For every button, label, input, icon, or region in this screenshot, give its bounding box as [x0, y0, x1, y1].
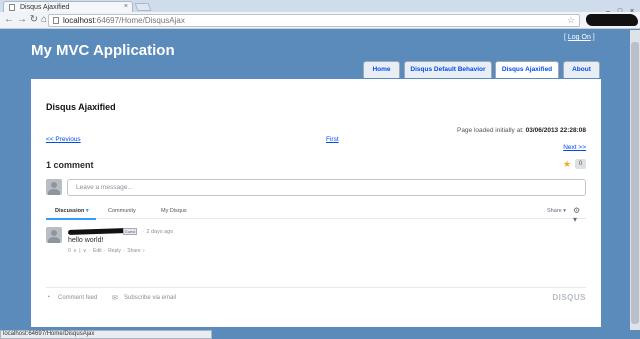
gear-icon[interactable]: ⚙ ▾: [573, 206, 586, 224]
scrollbar-thumb[interactable]: [631, 42, 639, 324]
page-loaded-info: Page loaded initially at: 03/06/2013 22:…: [456, 127, 586, 134]
comment-avatar: [46, 227, 62, 243]
subscribe-email-link[interactable]: Subscribe via email: [124, 295, 176, 301]
next-link[interactable]: Next >>: [563, 144, 586, 151]
comment-timestamp[interactable]: · 2 days ago: [143, 229, 173, 235]
mail-icon: ✉: [112, 295, 118, 302]
url-path: :64697/Home/DisqusAjax: [94, 16, 185, 25]
redacted-author-name: [67, 227, 127, 236]
window-controls: –□×: [602, 0, 638, 15]
main-content: Disqus Ajaxified Page loaded initially a…: [31, 79, 601, 327]
menu-tab-about[interactable]: About: [563, 61, 600, 78]
message-input[interactable]: Leave a message...: [67, 179, 586, 196]
previous-link[interactable]: << Previous: [46, 136, 81, 143]
avatar: [46, 179, 62, 195]
favorite-star-icon[interactable]: ★: [563, 159, 571, 170]
menu-tab-disqus-ajaxified[interactable]: Disqus Ajaxified: [495, 61, 559, 78]
tab-my-disqus[interactable]: My Disqus: [161, 208, 187, 214]
browser-toolbar: ← → ↻ ⌂ localhost:64697/Home/DisqusAjax …: [0, 12, 640, 29]
redacted-profile: [586, 14, 638, 26]
close-tab-icon[interactable]: ×: [124, 3, 128, 10]
rss-icon: ◔: [46, 294, 51, 301]
disqus-logo[interactable]: DISQUS: [552, 293, 586, 302]
chevron-down-icon: ▾: [85, 208, 89, 214]
page-icon: [53, 17, 59, 24]
browser-tabstrip: Disqus Ajaxified × –□×: [0, 0, 640, 15]
disqus-tabs: Discussion ▾ Community My Disqus: [46, 205, 586, 219]
share-button[interactable]: Share ▾: [547, 208, 566, 214]
menu-tab-home[interactable]: Home: [363, 61, 400, 78]
browser-tab[interactable]: Disqus Ajaxified ×: [3, 1, 133, 12]
favorite-count: 0: [575, 159, 586, 169]
page-title: Disqus Ajaxified: [46, 102, 116, 112]
comment-feed-link[interactable]: Comment feed: [58, 295, 97, 301]
tab-community[interactable]: Community: [108, 208, 136, 214]
divider: [46, 287, 586, 288]
back-arrow-icon[interactable]: ←: [3, 14, 15, 26]
login-display: [ Log On ]: [564, 34, 595, 41]
status-bar: localhost:64697/Home/DisqusAjax: [0, 330, 212, 339]
bookmark-star-icon[interactable]: ☆: [567, 15, 575, 26]
guest-badge: Guest: [123, 228, 137, 235]
forward-arrow-icon[interactable]: →: [16, 14, 28, 26]
comment-body: hello world!: [68, 237, 104, 244]
tab-title: Disqus Ajaxified: [20, 4, 70, 11]
loaded-time: 03/06/2013 22:28:08: [525, 127, 586, 134]
first-link[interactable]: First: [326, 136, 339, 143]
site-title: My MVC Application: [31, 42, 175, 59]
active-tab-indicator: [46, 218, 96, 220]
address-bar[interactable]: localhost:64697/Home/DisqusAjax ☆: [48, 14, 580, 27]
log-on-link[interactable]: Log On: [568, 34, 591, 41]
tab-discussion[interactable]: Discussion ▾: [55, 208, 89, 214]
url-host: localhost: [63, 16, 95, 25]
comment-count: 1 comment: [46, 160, 94, 170]
menu-tab-disqus-default[interactable]: Disqus Default Behavior: [404, 61, 492, 78]
page-icon: [9, 4, 15, 11]
comment-actions[interactable]: 0 ∧ | ∨ · Edit · Reply · Share ›: [68, 248, 145, 254]
new-tab-button[interactable]: [134, 3, 152, 11]
